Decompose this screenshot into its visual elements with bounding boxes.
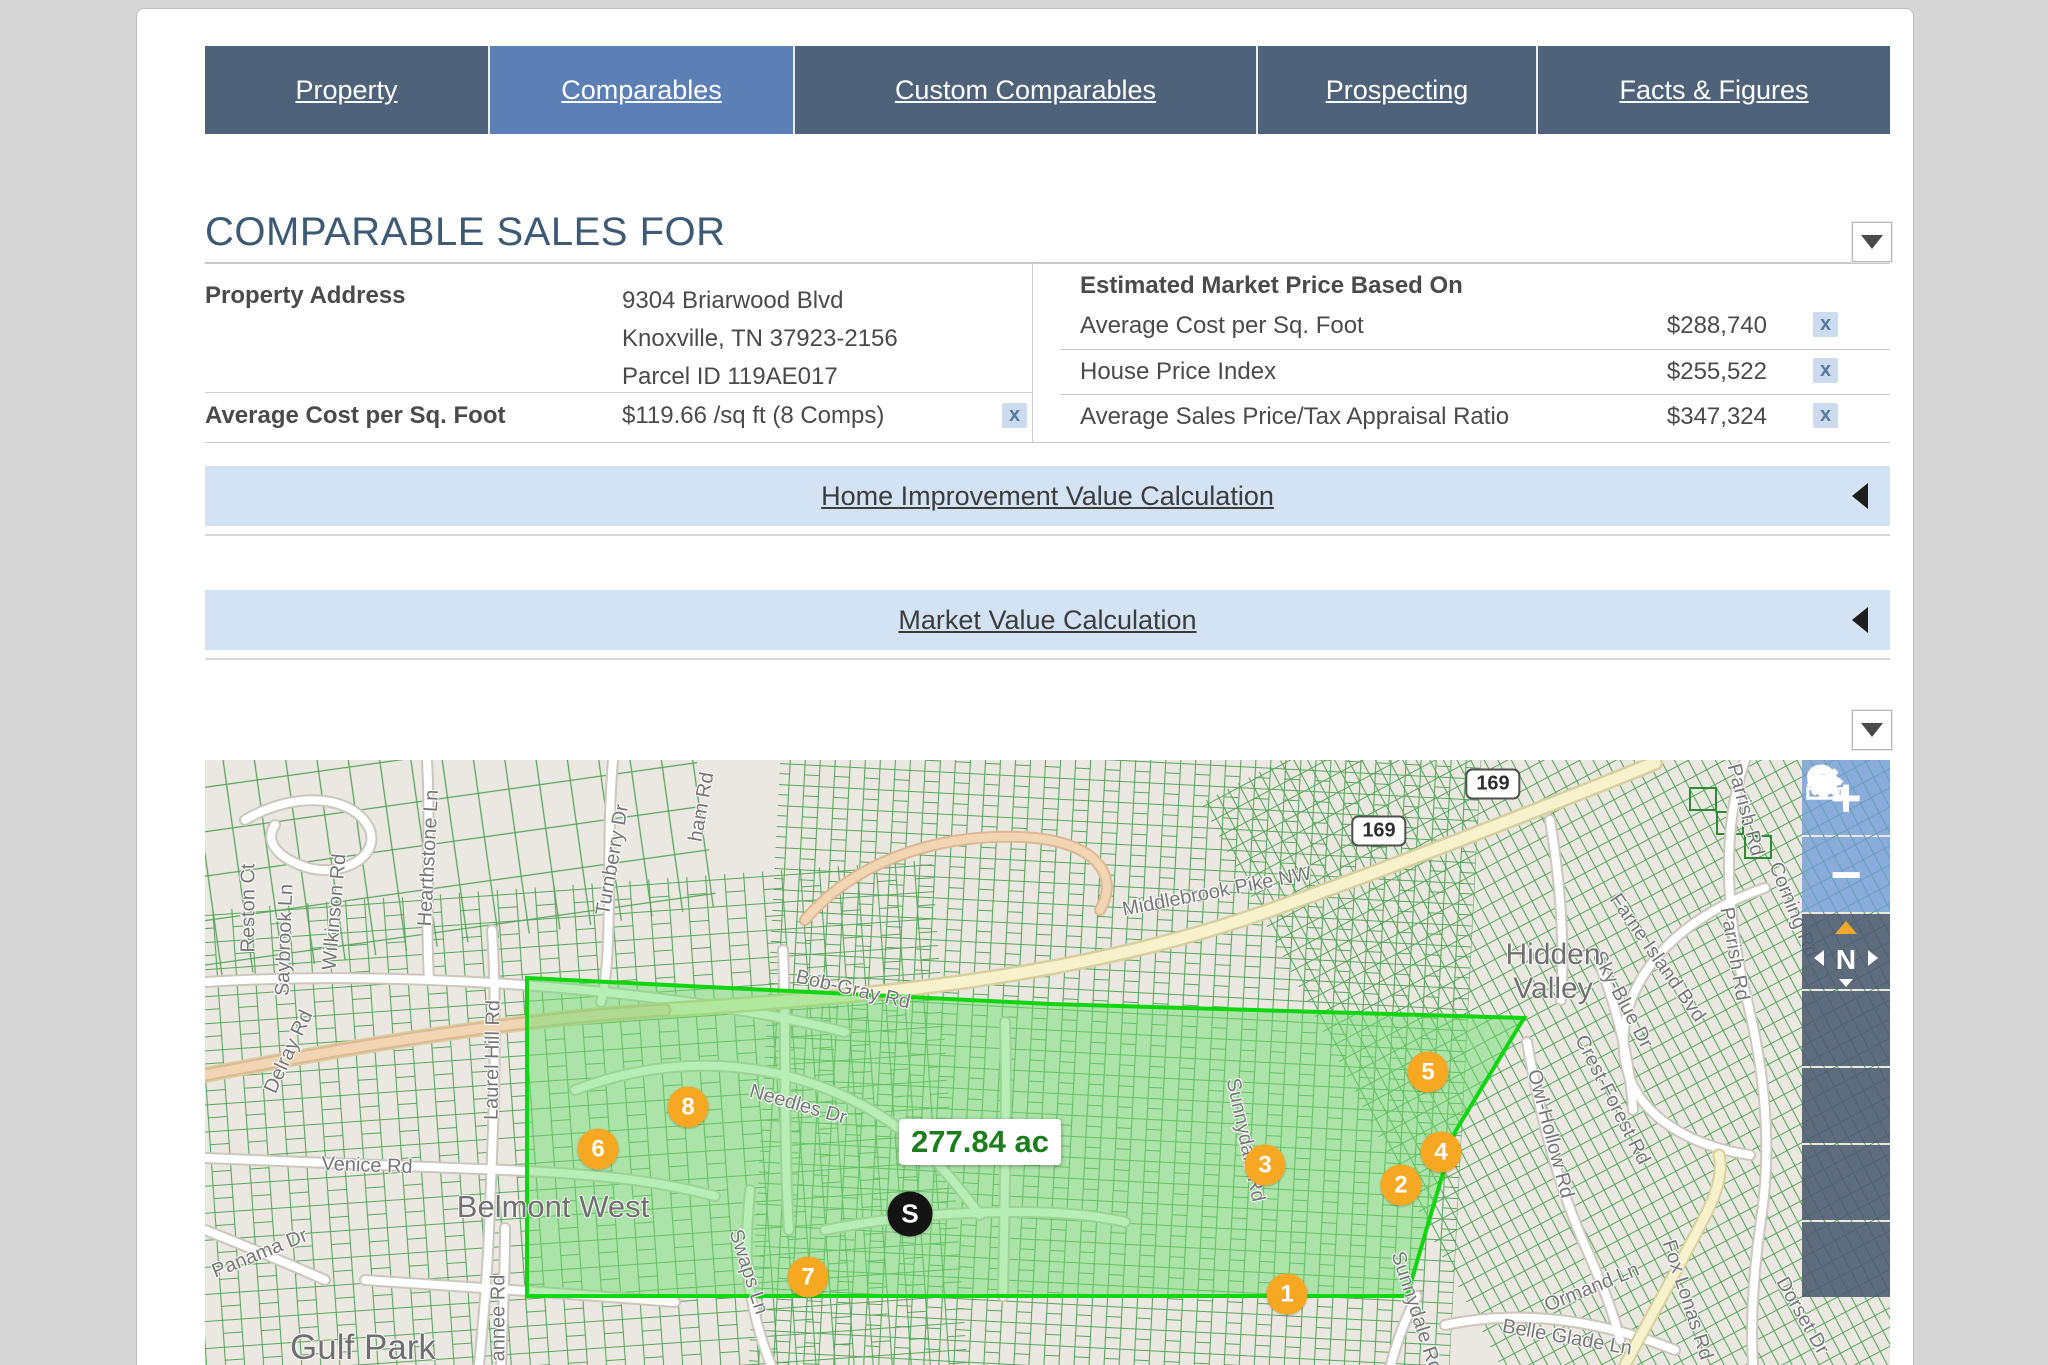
- tab-custom-comparables-label: Custom Comparables: [895, 75, 1156, 106]
- tab-prospecting[interactable]: Prospecting: [1258, 46, 1538, 134]
- row-separator: [205, 392, 1032, 393]
- remove-estimate-1-button[interactable]: x: [1813, 312, 1838, 337]
- market-value-section-bar[interactable]: Market Value Calculation: [205, 590, 1890, 650]
- estimate-row-label: Average Sales Price/Tax Appraisal Ratio: [1080, 403, 1509, 431]
- polygon-area-label: 277.84 ac: [899, 1119, 1061, 1165]
- collapse-left-arrow-icon: [1852, 483, 1868, 509]
- place-label-hidden-valley: Hidden Valley: [1493, 938, 1613, 1006]
- tab-property[interactable]: Property: [205, 46, 490, 134]
- estimates-heading: Estimated Market Price Based On: [1080, 272, 1463, 300]
- compass-up-arrow-icon: [1835, 921, 1857, 934]
- remove-estimate-2-button[interactable]: x: [1813, 358, 1838, 383]
- road-label: Saybrook Ln: [272, 883, 299, 996]
- estimate-row-label: Average Cost per Sq. Foot: [1080, 312, 1364, 340]
- row-separator: [1060, 349, 1890, 350]
- road-label: annee Rd: [488, 1275, 511, 1362]
- market-value-label: Market Value Calculation: [898, 605, 1196, 636]
- comp-marker-8[interactable]: 8: [668, 1087, 709, 1128]
- zoom-out-button[interactable]: −: [1802, 837, 1890, 912]
- bar-rule: [205, 658, 1890, 660]
- remove-estimate-3-button[interactable]: x: [1813, 403, 1838, 428]
- place-label-gulf-park: Gulf Park: [290, 1328, 436, 1365]
- map-settings-button[interactable]: [1802, 991, 1890, 1066]
- map-location-button[interactable]: [1802, 1068, 1890, 1143]
- comp-marker-6[interactable]: 6: [578, 1129, 619, 1170]
- estimate-row-value: $255,522: [1667, 358, 1767, 386]
- compass-down-arrow-icon: [1839, 979, 1853, 987]
- compass-north-label: N: [1836, 944, 1856, 976]
- avg-cost-label: Average Cost per Sq. Foot: [205, 402, 506, 430]
- map-search-button[interactable]: [1802, 1145, 1890, 1220]
- column-divider: [1032, 263, 1033, 442]
- map-canvas[interactable]: Middlebrook Pike NW Bob-Gray Rd Needles …: [205, 760, 1890, 1365]
- remove-avg-cost-button[interactable]: x: [1002, 403, 1027, 428]
- chevron-down-icon: [1861, 235, 1883, 249]
- comp-marker-5[interactable]: 5: [1408, 1052, 1449, 1093]
- comp-marker-2[interactable]: 2: [1381, 1165, 1422, 1206]
- compass-right-arrow-icon: [1868, 950, 1878, 966]
- compass-button[interactable]: N: [1802, 914, 1890, 989]
- collapse-header-button[interactable]: [1852, 222, 1892, 262]
- comp-marker-4[interactable]: 4: [1421, 1132, 1462, 1173]
- estimate-row-label: House Price Index: [1080, 358, 1276, 386]
- compass-left-arrow-icon: [1814, 950, 1824, 966]
- property-address-label: Property Address: [205, 282, 406, 310]
- page: Property Comparables Custom Comparables …: [0, 0, 2048, 1365]
- ruler-icon: [1802, 760, 1848, 802]
- comp-marker-1[interactable]: 1: [1267, 1274, 1308, 1315]
- estimate-row-value: $288,740: [1667, 312, 1767, 340]
- tab-bar: Property Comparables Custom Comparables …: [205, 46, 1890, 134]
- tab-comparables[interactable]: Comparables: [490, 46, 795, 134]
- address-line-2: Knoxville, TN 37923-2156: [622, 320, 898, 358]
- highway-shield: 169: [1351, 816, 1406, 847]
- address-line-3: Parcel ID 119AE017: [622, 358, 898, 396]
- tab-property-label: Property: [295, 75, 397, 106]
- comp-marker-3[interactable]: 3: [1245, 1145, 1286, 1186]
- tab-facts-figures-label: Facts & Figures: [1619, 75, 1808, 106]
- minus-icon: −: [1830, 850, 1862, 900]
- tab-custom-comparables[interactable]: Custom Comparables: [795, 46, 1258, 134]
- road-label: Venice Rd: [321, 1153, 413, 1179]
- address-line-1: 9304 Briarwood Blvd: [622, 282, 898, 320]
- collapse-map-button[interactable]: [1852, 710, 1892, 750]
- highway-shield: 169: [1465, 769, 1520, 800]
- map-toolbar: + − N: [1802, 760, 1890, 1299]
- road-label: Laurel Hill Rd: [480, 1000, 505, 1120]
- table-bottom-separator: [205, 442, 1890, 443]
- home-improvement-section-bar[interactable]: Home Improvement Value Calculation: [205, 466, 1890, 526]
- road-label: Reston Ct: [238, 864, 261, 953]
- avg-cost-value: $119.66 /sq ft (8 Comps): [622, 402, 884, 430]
- estimate-row-value: $347,324: [1667, 403, 1767, 431]
- page-title: COMPARABLE SALES FOR: [205, 210, 726, 255]
- tab-facts-figures[interactable]: Facts & Figures: [1538, 46, 1890, 134]
- row-separator: [1060, 394, 1890, 395]
- property-address-value: 9304 Briarwood Blvd Knoxville, TN 37923-…: [622, 282, 898, 396]
- bar-rule: [205, 534, 1890, 536]
- heading-rule: [205, 262, 1890, 264]
- collapse-left-arrow-icon: [1852, 607, 1868, 633]
- map-measure-button[interactable]: [1802, 1222, 1890, 1297]
- tab-prospecting-label: Prospecting: [1326, 75, 1469, 106]
- chevron-down-icon: [1861, 723, 1883, 737]
- place-label-belmont-west: Belmont West: [457, 1189, 649, 1225]
- tab-comparables-label: Comparables: [561, 75, 722, 106]
- subject-marker[interactable]: S: [888, 1192, 933, 1237]
- compass-icon: N: [1802, 914, 1890, 989]
- home-improvement-label: Home Improvement Value Calculation: [821, 481, 1274, 512]
- comp-marker-7[interactable]: 7: [788, 1257, 829, 1298]
